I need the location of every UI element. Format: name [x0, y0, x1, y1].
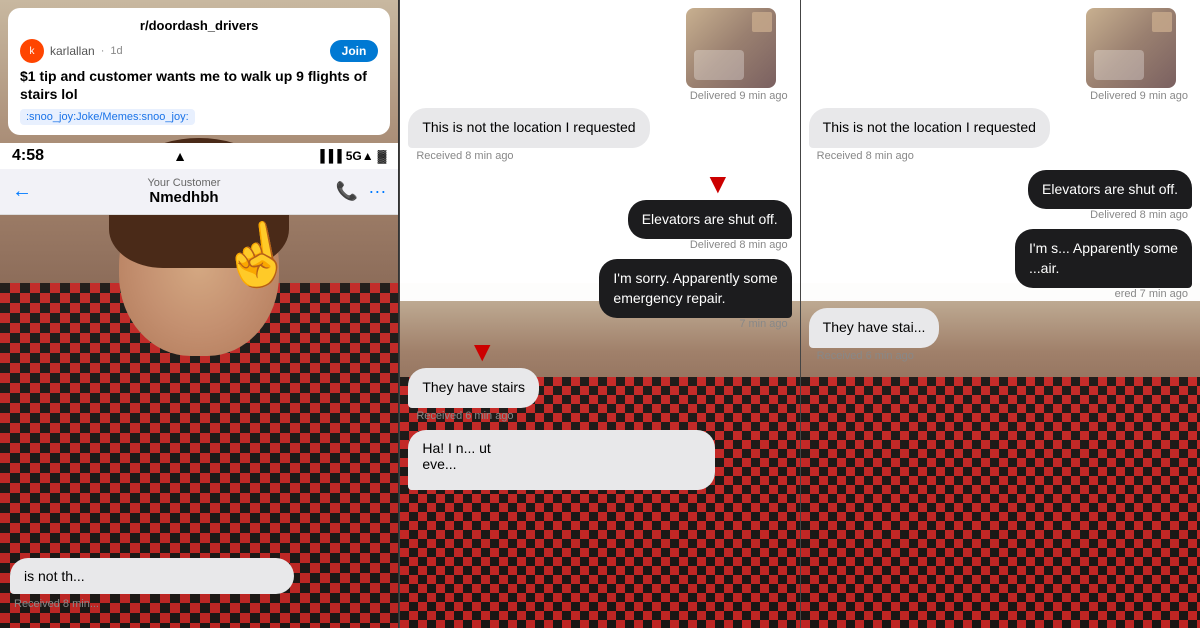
thumbnail-container [408, 8, 791, 90]
chat-time-partial: Received 8 min... [10, 598, 388, 610]
msg-received-3-2: They have stai... Received 6 min ago [809, 308, 1192, 368]
msg3-text: I'm sorry. Apparently someemergency repa… [613, 270, 777, 306]
battery-icon: ▓ [378, 149, 387, 163]
chat-bubble-partial: is not th... [10, 558, 294, 594]
thumbnail-detail-3 [1152, 12, 1172, 32]
reddit-user-row: k karlallan · 1d Join [20, 39, 378, 63]
msg4-text: They have stairs [422, 379, 525, 395]
reddit-tag: :snoo_joy:Joke/Memes:snoo_joy: [20, 109, 195, 125]
bubble-sent-2: I'm sorry. Apparently someemergency repa… [599, 259, 791, 318]
nav-icons: 📞 ··· [336, 181, 386, 202]
msg3-sent-2-text: I'm s... Apparently some...air. [1029, 240, 1178, 276]
msg-received-3-1: This is not the location I requested Rec… [809, 108, 1192, 168]
signal-icon: ▐▐▐ [316, 149, 342, 163]
msg1-time: Received 8 min ago [412, 150, 513, 162]
msg3-4-text: They have stai... [823, 319, 926, 335]
bubble-sent-3-1: Elevators are shut off. [1028, 170, 1192, 210]
bubble-sent-3-2: I'm s... Apparently some...air. [1015, 229, 1192, 288]
msg3-2-time: ered 7 min ago [1115, 288, 1192, 300]
panel-3: Delivered 9 min ago This is not the loca… [801, 0, 1200, 628]
msg3-1-time: Received 8 min ago [813, 150, 914, 162]
msg3-1-text: This is not the location I requested [823, 119, 1036, 135]
username: karlallan [50, 44, 95, 58]
bubble-received-3-1: This is not the location I requested [809, 108, 1050, 148]
panel1-overlay: r/doordash_drivers k karlallan · 1d Join… [0, 0, 398, 215]
status-icons: ▐▐▐ 5G▲ ▓ [316, 149, 386, 163]
msg2-time: Delivered 8 min ago [690, 239, 792, 251]
nav-subtitle: Your Customer [40, 177, 328, 189]
msg3-sent-1-time: Delivered 8 min ago [1090, 209, 1192, 221]
chat-text-partial: is not th... [24, 568, 85, 584]
chat-messages-panel3: Delivered 9 min ago This is not the loca… [801, 0, 1200, 628]
avatar: k [20, 39, 44, 63]
ha-bubble: Ha! I n... uteve... [408, 430, 715, 490]
thumbnail-container-3 [809, 8, 1192, 90]
reddit-card: r/doordash_drivers k karlallan · 1d Join… [8, 8, 390, 135]
chat-overlay-panel1: is not th... Received 8 min... [0, 548, 398, 628]
panel-1: r/doordash_drivers k karlallan · 1d Join… [0, 0, 399, 628]
ha-text: Ha! I n... uteve... [422, 440, 490, 472]
bubble-received-2: They have stairs [408, 368, 539, 408]
reddit-title: $1 tip and customer wants me to walk up … [20, 67, 378, 103]
msg3-sent-1: Elevators are shut off. [1042, 181, 1178, 197]
bubble-received-3-2: They have stai... [809, 308, 940, 348]
status-bar: 4:58 ▲ ▐▐▐ 5G▲ ▓ [0, 143, 398, 169]
msg2-text: Elevators are shut off. [642, 211, 778, 227]
msg1-text: This is not the location I requested [422, 119, 635, 135]
more-icon[interactable]: ··· [368, 181, 386, 202]
pointing-hand: ☝️ [213, 214, 299, 297]
delivery-thumbnail [686, 8, 776, 88]
chat-messages-panel2: Delivered 9 min ago This is not the loca… [400, 0, 799, 628]
panel-2: Delivered 9 min ago This is not the loca… [400, 0, 799, 628]
time-ago: 1d [110, 45, 122, 57]
msg-received-2: They have stairs Received 6 min ago [408, 368, 791, 428]
msg3-time: 7 min ago [739, 318, 791, 330]
network-label: 5G▲ [346, 149, 374, 163]
msg4-time: Received 6 min ago [412, 410, 513, 422]
msg-sent-3-2: I'm s... Apparently some...air. ered 7 m… [809, 229, 1192, 306]
back-button[interactable]: ← [12, 180, 32, 203]
reddit-header: r/doordash_drivers [20, 18, 378, 33]
join-button[interactable]: Join [330, 40, 379, 62]
nav-bar: ← Your Customer Nmedhbh 📞 ··· [0, 169, 398, 215]
location-icon: ▲ [173, 148, 187, 164]
red-arrow-1: ▼ [408, 170, 791, 198]
msg3-4-time: Received 6 min ago [813, 350, 914, 362]
reddit-subreddit: r/doordash_drivers [20, 18, 378, 33]
bubble-received-1: This is not the location I requested [408, 108, 649, 148]
msg-sent-3-1: Elevators are shut off. Delivered 8 min … [809, 170, 1192, 228]
msg-sent-1: Elevators are shut off. Delivered 8 min … [408, 200, 791, 258]
nav-name: Nmedhbh [40, 189, 328, 206]
post-time: · [101, 45, 105, 57]
msg-sent-2: I'm sorry. Apparently someemergency repa… [408, 259, 791, 336]
msg-received-partial: Ha! I n... uteve... [408, 430, 791, 490]
delivered-label-3: Delivered 9 min ago [809, 90, 1192, 102]
nav-center: Your Customer Nmedhbh [40, 177, 328, 206]
status-time: 4:58 [12, 147, 44, 165]
msg-received-1: This is not the location I requested Rec… [408, 108, 791, 168]
delivery-thumbnail-3 [1086, 8, 1176, 88]
bubble-sent-1: Elevators are shut off. [628, 200, 792, 240]
red-arrow-2: ▼ [408, 338, 791, 366]
thumbnail-detail [752, 12, 772, 32]
phone-icon[interactable]: 📞 [336, 181, 358, 202]
delivered-label-1: Delivered 9 min ago [408, 90, 791, 102]
